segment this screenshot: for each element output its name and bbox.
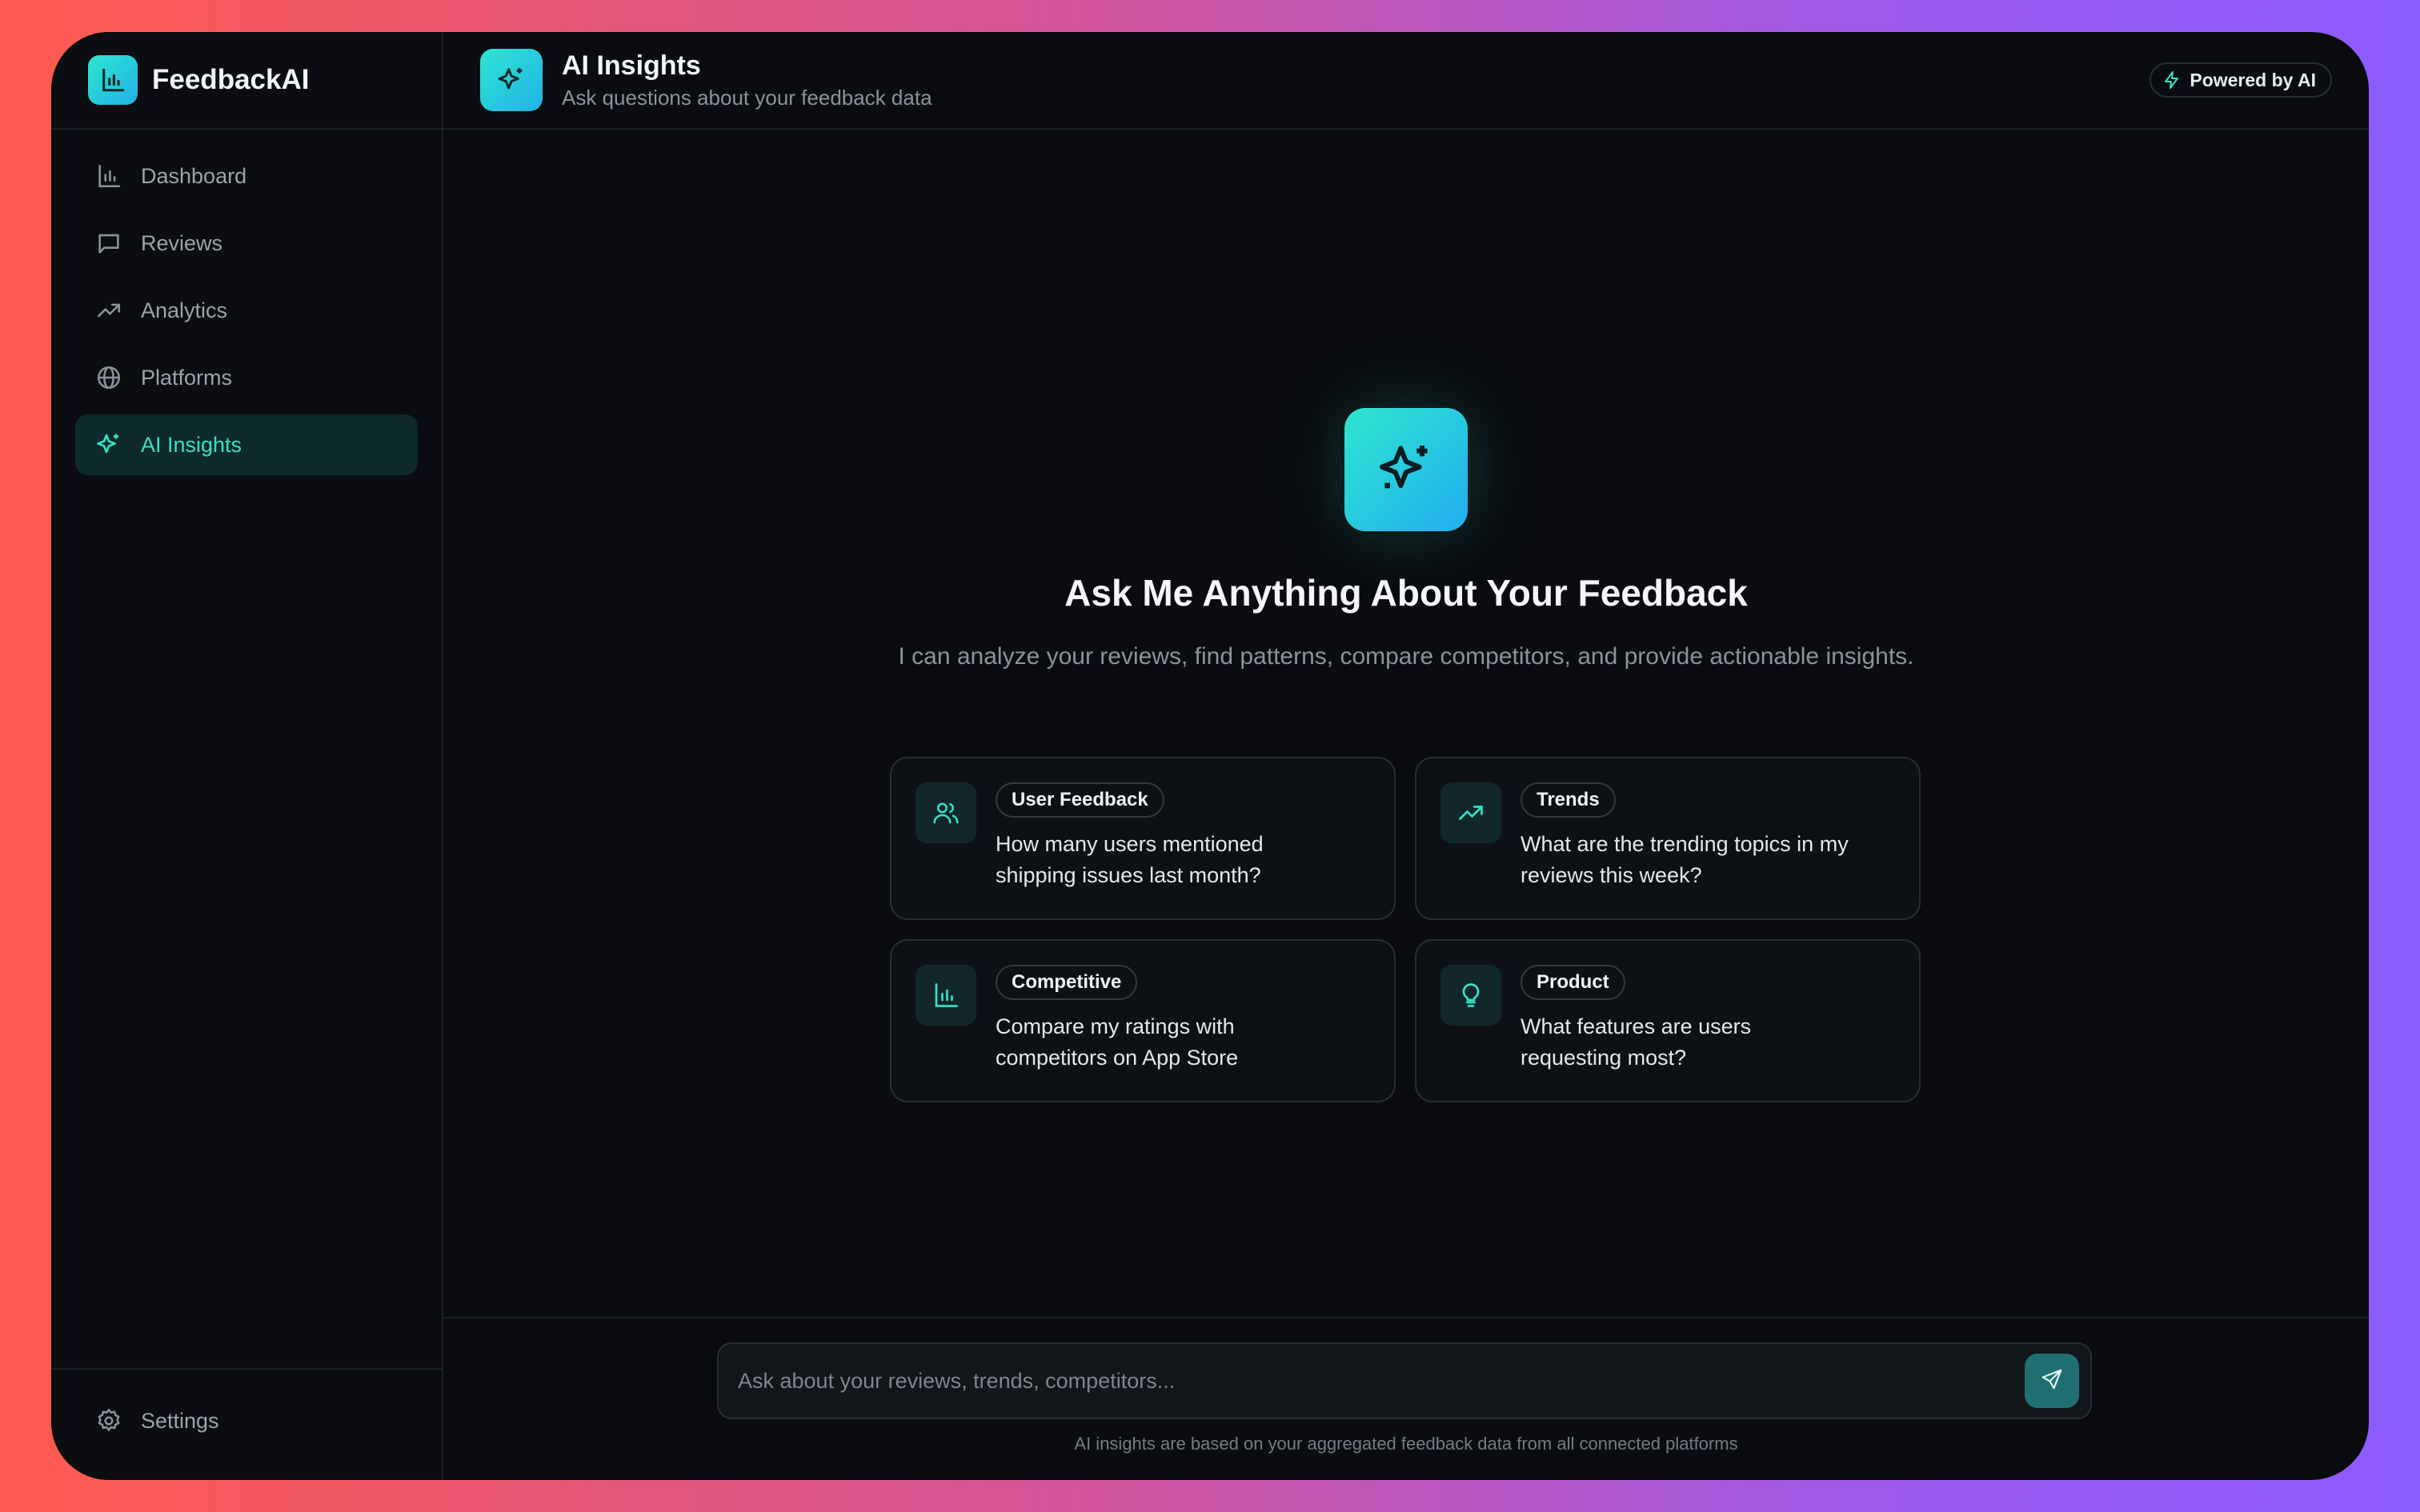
chat-input-box [717,1342,2092,1419]
main-panel: AI Insights Ask questions about your fee… [443,32,2369,1480]
sidebar-item-label: Platforms [141,365,233,390]
trending-up-icon [93,294,125,326]
suggestion-card-user-feedback[interactable]: User Feedback How many users mentioned s… [890,757,1396,920]
disclaimer: AI insights are based on your aggregated… [1074,1434,1738,1454]
sparkles-icon [93,429,125,461]
card-tag: Trends [1521,782,1616,818]
card-tag: Competitive [996,965,1138,1000]
sidebar-item-platforms[interactable]: Platforms [75,347,418,408]
lightning-icon [2162,70,2182,90]
card-body: Product What features are users requesti… [1521,965,1857,1077]
page-subtitle: Ask questions about your feedback data [562,86,932,110]
globe-icon [93,362,125,394]
chat-footer: AI insights are based on your aggregated… [443,1317,2369,1480]
bar-chart-icon [88,55,138,105]
suggestion-grid: User Feedback How many users mentioned s… [890,757,1921,1102]
sidebar-item-label: Settings [141,1408,219,1433]
suggestion-card-trends[interactable]: Trends What are the trending topics in m… [1415,757,1921,920]
trending-up-icon [1440,782,1501,843]
card-question: How many users mentioned shipping issues… [996,832,1264,887]
card-body: Competitive Compare my ratings with comp… [996,965,1332,1077]
sparkles-icon [1344,408,1468,531]
header-titles: AI Insights Ask questions about your fee… [562,48,932,112]
card-question: What features are users requesting most? [1521,1014,1752,1070]
bar-chart-icon [93,160,125,192]
gear-icon [93,1405,125,1437]
sidebar-item-label: AI Insights [141,432,242,457]
lightbulb-icon [1440,965,1501,1026]
header: AI Insights Ask questions about your fee… [443,32,2369,130]
card-body: User Feedback How many users mentioned s… [996,782,1332,894]
brand[interactable]: FeedbackAI [51,32,442,130]
insights-content: Ask Me Anything About Your Feedback I ca… [443,131,2369,1317]
sidebar-item-analytics[interactable]: Analytics [75,280,418,341]
sidebar-item-dashboard[interactable]: Dashboard [75,146,418,206]
suggestion-card-product[interactable]: Product What features are users requesti… [1415,939,1921,1102]
powered-by-badge: Powered by AI [2150,62,2332,98]
card-tag: User Feedback [996,782,1164,818]
app-window: FeedbackAI Dashboard Reviews Analytics P… [51,32,2369,1480]
sidebar-item-settings[interactable]: Settings [75,1390,418,1451]
page-title: AI Insights [562,50,701,81]
sidebar-item-ai-insights[interactable]: AI Insights [75,414,418,475]
chat-input[interactable] [738,1368,2025,1394]
sidebar-item-label: Reviews [141,230,223,255]
brand-name: FeedbackAI [152,64,310,95]
sparkles-icon [480,49,543,111]
sidebar-nav: Dashboard Reviews Analytics Platforms AI… [51,130,442,498]
sidebar-footer: Settings [51,1368,442,1480]
card-question: What are the trending topics in my revie… [1521,832,1849,887]
sidebar: FeedbackAI Dashboard Reviews Analytics P… [51,32,443,1480]
send-button[interactable] [2025,1354,2079,1408]
card-tag: Product [1521,965,1625,1000]
sidebar-item-reviews[interactable]: Reviews [75,213,418,274]
sidebar-item-label: Dashboard [141,163,247,188]
card-question: Compare my ratings with competitors on A… [996,1014,1239,1070]
badge-label: Powered by AI [2190,69,2316,90]
hero-description: I can analyze your reviews, find pattern… [898,643,1914,670]
sidebar-item-label: Analytics [141,298,228,322]
bar-chart-icon [916,965,976,1026]
users-icon [916,782,976,843]
message-square-icon [93,227,125,259]
card-body: Trends What are the trending topics in m… [1521,782,1857,894]
hero-title: Ask Me Anything About Your Feedback [1064,572,1748,614]
send-icon [2040,1367,2064,1395]
suggestion-card-competitive[interactable]: Competitive Compare my ratings with comp… [890,939,1396,1102]
